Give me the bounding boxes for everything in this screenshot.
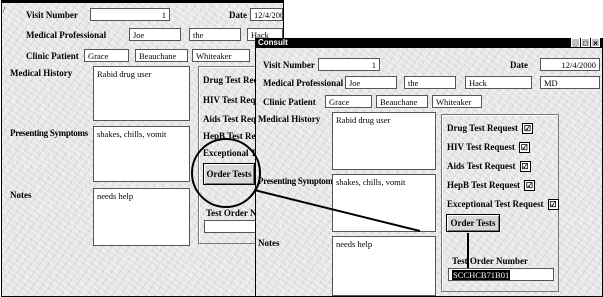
consult-titlebar: Consult _ □ ×	[256, 38, 602, 48]
test-request-drug[interactable]: Drug Test Request ☑	[447, 123, 534, 135]
medical-history-label: Medical History	[10, 68, 73, 78]
test-request-aids-label: Aids Test Request	[447, 161, 516, 171]
back-window: / Visit Number 1 Date 12/4/2000 Medical …	[1, 0, 285, 297]
patient-first-name-field[interactable]: Grace	[325, 95, 372, 108]
minimize-icon[interactable]: _	[571, 38, 580, 48]
visit-number-field[interactable]: 1	[90, 8, 170, 21]
professional-first-name-field[interactable]: Joe	[129, 28, 181, 41]
test-request-aids[interactable]: Aids Test Requ	[203, 114, 261, 124]
checkbox-icon[interactable]: ☑	[522, 123, 534, 135]
test-order-number-value: SCCHCB71B01	[452, 270, 511, 280]
test-request-exceptional[interactable]: Exceptional Te	[203, 148, 260, 158]
maximize-icon[interactable]: □	[581, 38, 590, 48]
test-request-hepb-label: HepB Test Request	[447, 180, 521, 190]
order-tests-button[interactable]: Order Tests	[446, 214, 500, 232]
window-title: Consult	[258, 38, 288, 47]
patient-middle-name-field[interactable]: Beauchane	[376, 95, 428, 108]
presenting-symptoms-label: Presenting Symptoms	[10, 128, 88, 138]
test-order-number-label: Test Order Number	[452, 256, 528, 266]
test-request-hiv[interactable]: HIV Test Requ	[203, 95, 260, 105]
checkbox-icon[interactable]: ☑	[519, 161, 531, 173]
test-request-aids[interactable]: Aids Test Request ☑	[447, 161, 531, 173]
clinic-patient-label: Clinic Patient	[263, 97, 316, 107]
visit-number-label: Visit Number	[26, 10, 78, 20]
visit-number-label: Visit Number	[263, 60, 315, 70]
test-request-drug-label: Drug Test Request	[447, 123, 519, 133]
patient-last-name-field[interactable]: Whiteaker	[192, 49, 250, 62]
visit-number-field[interactable]: 1	[318, 58, 380, 71]
notes-field[interactable]: needs help	[332, 236, 436, 296]
presenting-symptoms-field[interactable]: shakes, chills, vomit	[93, 126, 190, 182]
professional-first-name-field[interactable]: Joe	[345, 76, 397, 89]
test-request-exceptional[interactable]: Exceptional Test Request ☑	[447, 199, 559, 211]
checkbox-icon[interactable]: ☑	[547, 199, 559, 211]
medical-history-label: Medical History	[258, 114, 321, 124]
date-label: Date	[229, 10, 247, 20]
notes-label: Notes	[258, 238, 280, 248]
record-marker-icon: /	[3, 5, 6, 14]
clinic-patient-label: Clinic Patient	[26, 51, 79, 61]
professional-middle-name-field[interactable]: the	[189, 28, 241, 41]
patient-first-name-field[interactable]: Grace	[84, 49, 129, 62]
professional-last-name-field[interactable]: Hack	[465, 76, 532, 89]
checkbox-icon[interactable]: ☑	[524, 180, 536, 192]
consult-window: Consult _ □ × Visit Number 1 Date 12/4/2…	[255, 38, 603, 297]
notes-label: Notes	[10, 190, 32, 200]
test-request-hiv-label: HIV Test Request	[447, 142, 515, 152]
date-label: Date	[510, 60, 528, 70]
date-field[interactable]: 12/4/2000	[250, 8, 283, 21]
checkbox-icon[interactable]: ☑	[518, 142, 530, 154]
presenting-symptoms-field[interactable]: shakes, chills, vomit	[332, 174, 436, 232]
medical-professional-label: Medical Professional	[26, 30, 107, 40]
test-order-number-label: Test Order Nu	[206, 208, 262, 218]
back-window-titlebar	[2, 0, 283, 3]
professional-middle-name-field[interactable]: the	[404, 76, 456, 89]
professional-suffix-field[interactable]: MD	[540, 76, 600, 89]
medical-history-field[interactable]: Rabid drug user	[93, 66, 190, 121]
medical-history-field[interactable]: Rabid drug user	[332, 112, 436, 170]
test-request-hepb[interactable]: HepB Test Request ☑	[447, 180, 536, 192]
medical-professional-label: Medical Professional	[263, 78, 344, 88]
test-order-number-field[interactable]: SCCHCB71B01	[448, 268, 554, 281]
close-icon[interactable]: ×	[591, 38, 600, 48]
notes-field[interactable]: needs help	[93, 188, 190, 246]
order-tests-button[interactable]: Order Tests	[203, 163, 255, 185]
patient-last-name-field[interactable]: Whiteaker	[432, 95, 482, 108]
test-request-exceptional-label: Exceptional Test Request	[447, 199, 544, 209]
date-field[interactable]: 12/4/2000	[540, 58, 600, 71]
test-request-hiv[interactable]: HIV Test Request ☑	[447, 142, 530, 154]
patient-middle-name-field[interactable]: Beauchane	[135, 49, 188, 62]
presenting-symptoms-label: Presenting Symptoms	[258, 176, 336, 186]
